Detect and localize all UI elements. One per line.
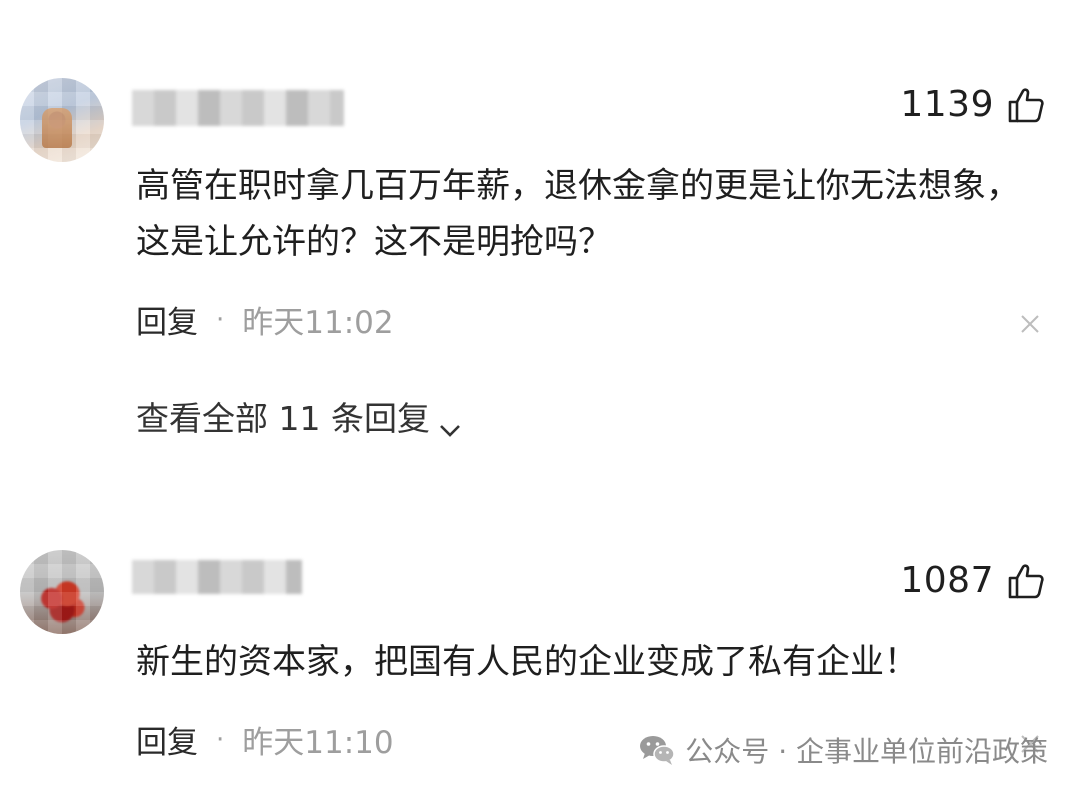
watermark: 公众号 · 企事业单位前沿政策: [639, 730, 1048, 770]
avatar[interactable]: [20, 78, 104, 162]
meta-separator: ·: [216, 724, 225, 755]
like-count: 1087: [900, 560, 994, 601]
username-blurred[interactable]: [132, 560, 302, 594]
avatar-mosaic: [20, 550, 104, 634]
view-all-replies-label: 查看全部 11 条回复: [136, 399, 430, 438]
comment-meta: 回复 · 昨天11:10: [136, 717, 394, 762]
comment-text: 新生的资本家，把国有人民的企业变成了私有企业！: [136, 642, 918, 682]
chevron-down-icon: [438, 408, 462, 437]
thumbs-up-icon[interactable]: [1006, 85, 1046, 125]
like-area[interactable]: 1087: [900, 560, 1046, 601]
like-area[interactable]: 1139: [900, 84, 1046, 125]
wechat-icon: [639, 734, 676, 766]
watermark-text: 公众号 · 企事业单位前沿政策: [685, 735, 1048, 768]
view-all-replies-button[interactable]: 查看全部 11 条回复: [136, 392, 462, 440]
username-blurred[interactable]: [132, 90, 344, 126]
meta-separator: ·: [216, 304, 225, 335]
comment-item: 1139 高管在职时拿几百万年薪，退休金拿的更是让你无法想象，这是让允许的？这不…: [0, 0, 1080, 520]
avatar-figure: [42, 108, 72, 148]
like-count: 1139: [900, 84, 994, 125]
thumbs-up-icon[interactable]: [1006, 561, 1046, 601]
reply-button[interactable]: 回复: [136, 717, 198, 762]
comment-text: 高管在职时拿几百万年薪，退休金拿的更是让你无法想象，这是让允许的？这不是明抢吗？: [136, 166, 1020, 262]
comment-timestamp: 昨天11:10: [242, 725, 394, 761]
close-icon[interactable]: [1020, 314, 1040, 334]
reply-button[interactable]: 回复: [136, 297, 198, 342]
comment-timestamp: 昨天11:02: [242, 305, 394, 341]
comment-meta: 回复 · 昨天11:02: [136, 297, 394, 342]
avatar[interactable]: [20, 550, 104, 634]
